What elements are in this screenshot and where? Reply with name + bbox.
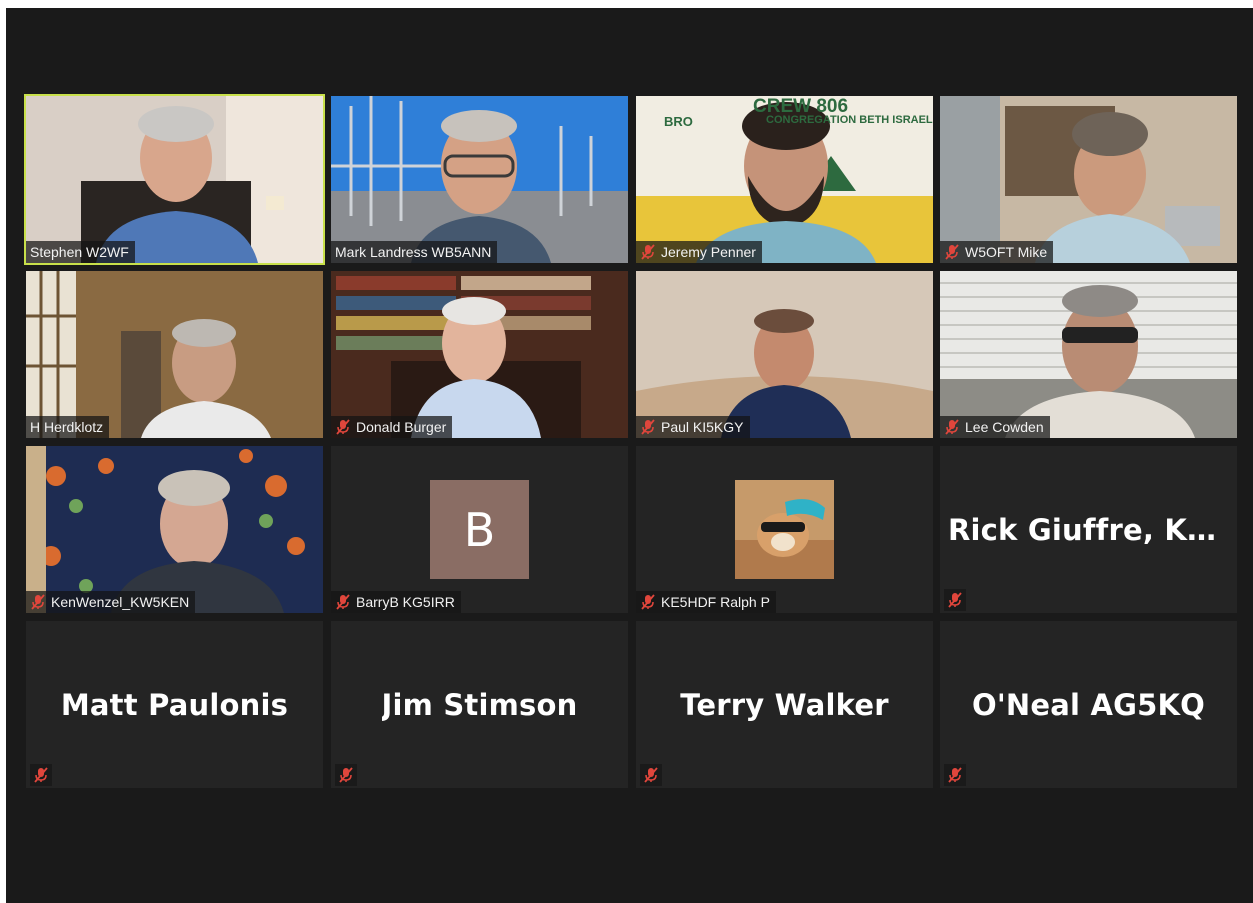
participant-name: Terry Walker (680, 687, 889, 722)
participant-name-tag: Stephen W2WF (26, 241, 135, 263)
participant-video (636, 271, 933, 438)
microphone-muted-icon (335, 594, 351, 610)
microphone-muted-icon (944, 244, 960, 260)
participant-name: Mark Landress WB5ANN (335, 244, 492, 260)
mute-indicator (944, 764, 966, 786)
microphone-muted-icon (338, 767, 354, 783)
participant-display-name: Matt Paulonis (34, 621, 315, 788)
participant-name-tag: KenWenzel_KW5KEN (26, 591, 196, 613)
participant-tile-ken[interactable]: KenWenzel_KW5KEN (26, 446, 323, 613)
participant-name: Matt Paulonis (60, 687, 289, 722)
microphone-muted-icon (944, 419, 960, 435)
participant-name-tag: Lee Cowden (940, 416, 1050, 438)
participant-name: KenWenzel_KW5KEN (51, 594, 190, 610)
participant-name-tag: Donald Burger (331, 416, 453, 438)
participant-display-name: Jim Stimson (339, 621, 620, 788)
participant-video (331, 96, 628, 263)
participant-name: BarryB KG5IRR (356, 594, 455, 610)
microphone-muted-icon (335, 419, 351, 435)
banner-text: CONGREGATION BETH ISRAEL (766, 114, 933, 126)
participant-video: CREW 806 BRO CONGREGATION BETH ISRAEL (636, 96, 933, 263)
participant-tile-w5oft[interactable]: W5OFT Mike (940, 96, 1237, 263)
microphone-muted-icon (643, 767, 659, 783)
participant-tile-oneal[interactable]: O'Neal AG5KQ (940, 621, 1237, 788)
participant-name-tag: Paul KI5KGY (636, 416, 750, 438)
participant-name: H Herdklotz (30, 419, 104, 435)
microphone-muted-icon (947, 767, 963, 783)
participant-video (26, 446, 323, 613)
participant-tile-barry[interactable]: B BarryB KG5IRR (331, 446, 628, 613)
participant-tile-rick[interactable]: Rick Giuffre, KE... (940, 446, 1237, 613)
participant-name-tag: W5OFT Mike (940, 241, 1054, 263)
participant-video (940, 96, 1237, 263)
microphone-muted-icon (947, 592, 963, 608)
gallery-view: Stephen W2WF Mark Landress WB5ANN CREW 8… (24, 94, 1237, 790)
participant-tile-stephen[interactable]: Stephen W2WF (24, 94, 325, 265)
participant-tile-paul[interactable]: Paul KI5KGY (636, 271, 933, 438)
mute-indicator (30, 764, 52, 786)
microphone-muted-icon (640, 419, 656, 435)
participant-name: KE5HDF Ralph P (661, 594, 770, 610)
participant-tile-jim[interactable]: Jim Stimson (331, 621, 628, 788)
participant-video (331, 271, 628, 438)
participant-video (26, 96, 323, 263)
microphone-muted-icon (30, 594, 46, 610)
participant-name: Lee Cowden (965, 419, 1044, 435)
avatar: B (430, 480, 529, 579)
microphone-muted-icon (640, 244, 656, 260)
participant-name-tag: H Herdklotz (26, 416, 110, 438)
participant-display-name: Rick Giuffre, KE... (948, 446, 1229, 613)
microphone-muted-icon (640, 594, 656, 610)
avatar (735, 480, 834, 579)
participant-tile-donald[interactable]: Donald Burger (331, 271, 628, 438)
mute-indicator (335, 764, 357, 786)
banner-text: BRO (664, 114, 693, 129)
participant-name: Paul KI5KGY (661, 419, 744, 435)
participant-name: Stephen W2WF (30, 244, 129, 260)
participant-name: Donald Burger (356, 419, 447, 435)
participant-name: O'Neal AG5KQ (971, 687, 1206, 722)
participant-display-name: Terry Walker (644, 621, 925, 788)
participant-name-tag: Jeremy Penner (636, 241, 762, 263)
participant-name: Rick Giuffre, KE... (948, 512, 1229, 547)
mute-indicator (944, 589, 966, 611)
participant-name: Jeremy Penner (661, 244, 756, 260)
participant-tile-ralph[interactable]: KE5HDF Ralph P (636, 446, 933, 613)
participant-tile-terry[interactable]: Terry Walker (636, 621, 933, 788)
meeting-window: Stephen W2WF Mark Landress WB5ANN CREW 8… (6, 8, 1253, 903)
participant-name-tag: KE5HDF Ralph P (636, 591, 776, 613)
participant-tile-herdklotz[interactable]: H Herdklotz (26, 271, 323, 438)
participant-tile-lee[interactable]: Lee Cowden (940, 271, 1237, 438)
participant-video (26, 271, 323, 438)
participant-video (940, 271, 1237, 438)
participant-display-name: O'Neal AG5KQ (948, 621, 1229, 788)
participant-tile-jeremy[interactable]: CREW 806 BRO CONGREGATION BETH ISRAEL Je… (636, 96, 933, 263)
participant-name: W5OFT Mike (965, 244, 1048, 260)
microphone-muted-icon (33, 767, 49, 783)
participant-name: Jim Stimson (381, 687, 578, 722)
participant-tile-mark[interactable]: Mark Landress WB5ANN (331, 96, 628, 263)
participant-tile-matt[interactable]: Matt Paulonis (26, 621, 323, 788)
participant-name-tag: Mark Landress WB5ANN (331, 241, 498, 263)
mute-indicator (640, 764, 662, 786)
participant-name-tag: BarryB KG5IRR (331, 591, 461, 613)
